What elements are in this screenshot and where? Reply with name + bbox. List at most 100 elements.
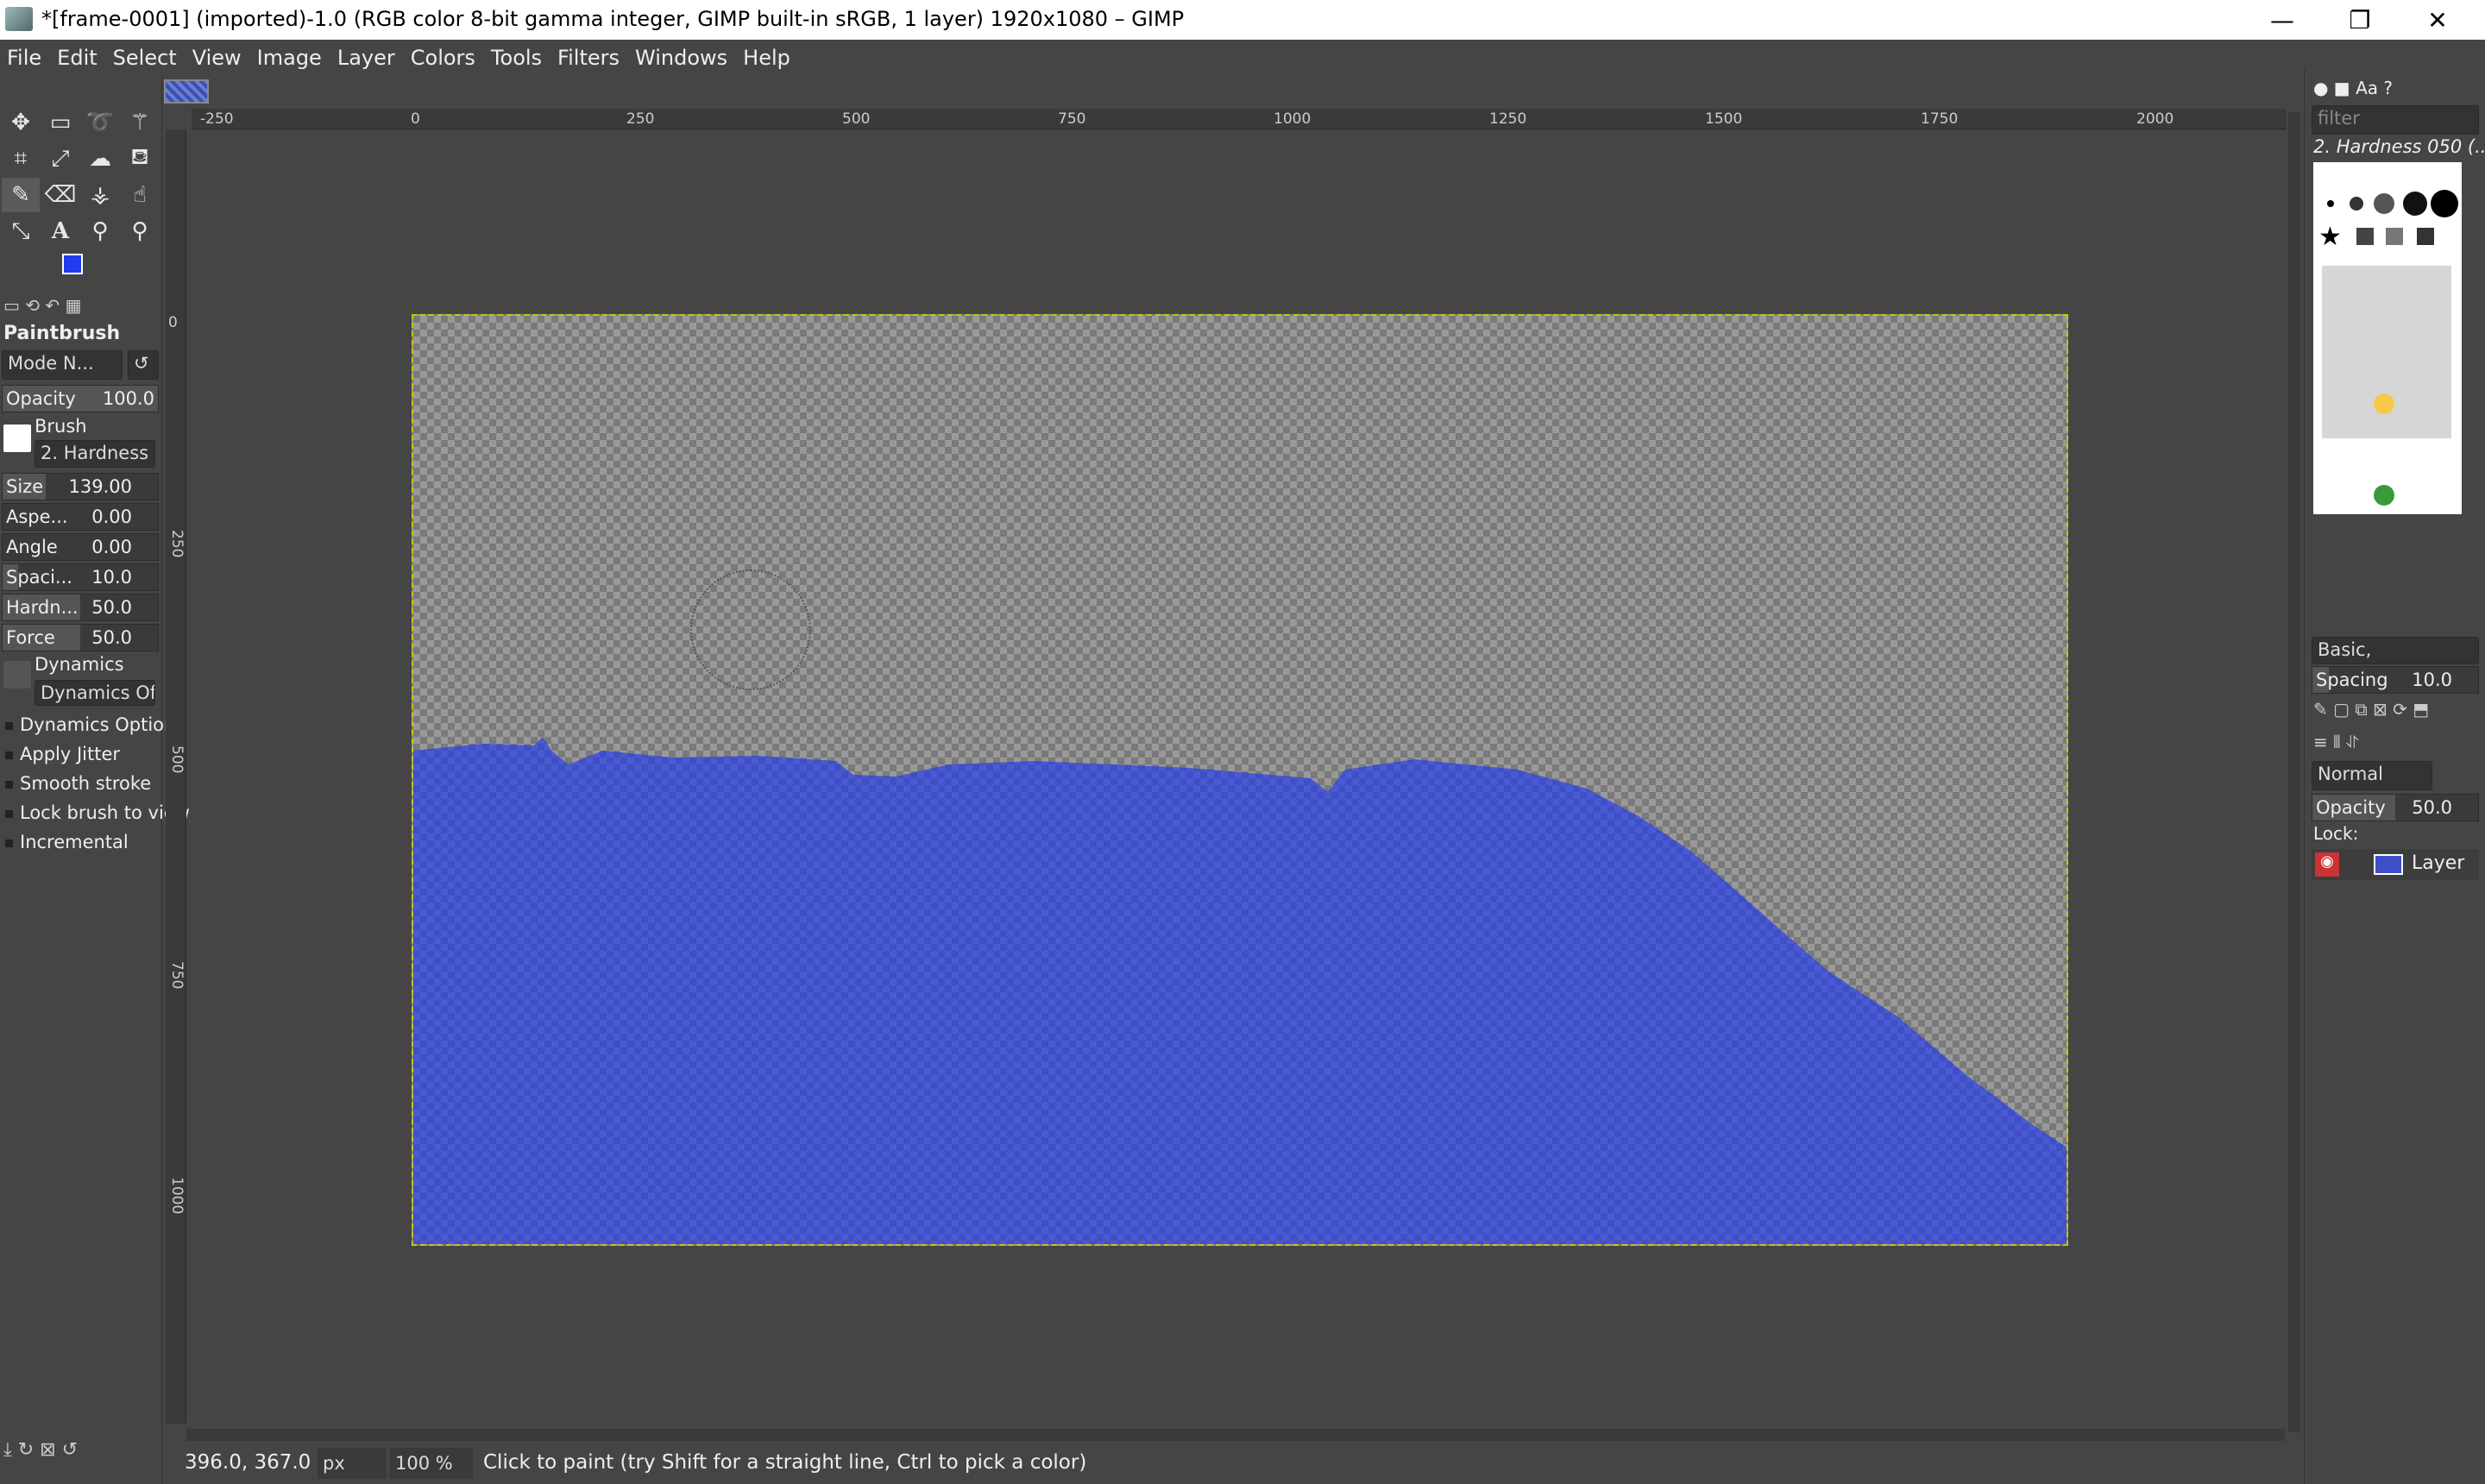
ruler-label: 500	[168, 745, 186, 774]
brush-actions-bar[interactable]: ✎ ▢ ⧉ ⊠ ⟳ ⬒	[2313, 699, 2477, 723]
angle-label: Angle	[6, 537, 58, 557]
rect-select-icon[interactable]: ▭	[41, 105, 79, 140]
gimp-app-icon	[5, 7, 33, 31]
size-slider[interactable]: Size 139.00	[2, 473, 159, 500]
brush-preview-icon[interactable]	[3, 424, 31, 452]
menu-layer[interactable]: Layer	[337, 46, 395, 70]
menu-view[interactable]: View	[192, 46, 242, 70]
close-button[interactable]: ✕	[2399, 0, 2476, 40]
text-tool-icon[interactable]: A	[41, 214, 79, 248]
menu-colors[interactable]: Colors	[411, 46, 475, 70]
status-message: Click to paint (try Shift for a straight…	[483, 1451, 1087, 1474]
ruler-label: 250	[168, 530, 186, 558]
aspect-value: 0.00	[91, 506, 132, 527]
mode-dropdown[interactable]: Mode N...	[2, 350, 123, 380]
brush-preset-dropdown[interactable]: Basic,	[2312, 637, 2479, 664]
tool-name: Paintbrush	[3, 323, 121, 344]
smooth-stroke-checkbox[interactable]: Smooth stroke	[5, 773, 151, 794]
paths-icon[interactable]: ⤡	[2, 214, 40, 248]
foreground-color[interactable]	[62, 254, 83, 274]
brush-thumbnails-icon: ★	[2318, 190, 2458, 506]
brush-filter-input[interactable]: filter	[2312, 105, 2479, 135]
layer-opacity-slider[interactable]: Opacity 50.0	[2312, 794, 2479, 821]
eraser-icon[interactable]: ⌫	[41, 178, 79, 212]
smudge-icon[interactable]: ☝	[121, 178, 159, 212]
aspect-label: Aspe...	[6, 506, 68, 527]
mode-reset-icon[interactable]: ↺	[128, 350, 159, 380]
menu-image[interactable]: Image	[257, 46, 322, 70]
ruler-label: 2000	[2136, 110, 2174, 128]
bucket-fill-icon[interactable]: ⛾	[121, 141, 159, 176]
lasso-icon[interactable]: ➰	[81, 105, 119, 140]
crop-icon[interactable]: ⌗	[2, 141, 40, 176]
paintbrush-icon[interactable]: ✎	[2, 178, 40, 212]
hardness-slider[interactable]: Hardn... 50.0	[2, 594, 159, 621]
aspect-slider[interactable]: Aspe... 0.00	[2, 503, 159, 531]
menu-help[interactable]: Help	[743, 46, 790, 70]
move-tool-icon[interactable]: ✥	[2, 105, 40, 140]
unit-dropdown[interactable]: px	[318, 1448, 387, 1479]
menu-tools[interactable]: Tools	[491, 46, 542, 70]
visibility-eye-icon[interactable]: ◉	[2315, 852, 2339, 877]
menu-select[interactable]: Select	[113, 46, 177, 70]
dock-tab-icons[interactable]: ● ■ Aa ?	[2313, 78, 2417, 102]
transform-icon[interactable]: ⤢	[41, 141, 79, 176]
minimize-button[interactable]: —	[2243, 0, 2321, 40]
zoom-icon[interactable]: ⚲	[121, 214, 159, 248]
layer-opacity-value: 50.0	[2412, 797, 2452, 818]
hardness-value: 50.0	[91, 597, 132, 618]
painted-blue-region	[413, 737, 2067, 1244]
angle-value: 0.00	[91, 537, 132, 557]
brush-selector[interactable]: 2. Hardness 0	[35, 440, 155, 468]
force-value: 50.0	[91, 627, 132, 648]
zoom-dropdown[interactable]: 100 %	[390, 1448, 473, 1479]
lock-brush-checkbox[interactable]: Lock brush to view	[5, 802, 190, 823]
brush-spacing-slider[interactable]: Spacing 10.0	[2312, 666, 2479, 694]
vertical-scrollbar[interactable]	[2288, 112, 2300, 1432]
options-tabs[interactable]: ▭ ⟲ ↶ ▦	[3, 295, 159, 321]
angle-slider[interactable]: Angle 0.00	[2, 533, 159, 561]
force-slider[interactable]: Force 50.0	[2, 624, 159, 651]
size-value: 139.00	[68, 476, 132, 497]
color-picker-icon[interactable]: ⚲	[81, 214, 119, 248]
brush-outline-cursor	[690, 569, 811, 690]
layer-row[interactable]: ◉ Layer	[2312, 849, 2479, 880]
toolbox-bottom-buttons[interactable]: ⤓ ↻ ⊠ ↺	[3, 1439, 159, 1465]
incremental-checkbox[interactable]: Incremental	[5, 832, 129, 852]
brush-grid[interactable]: ★	[2313, 162, 2462, 514]
ruler-label: 750	[1058, 110, 1086, 128]
status-bar: 396.0, 367.0 px 100 % Click to paint (tr…	[162, 1443, 2292, 1484]
warp-icon[interactable]: ☁	[81, 141, 119, 176]
menu-filters[interactable]: Filters	[557, 46, 620, 70]
menu-file[interactable]: File	[7, 46, 41, 70]
horizontal-ruler: -250 0 250 500 750 1000 1250 1500 1750 2…	[192, 109, 2287, 129]
spacing-slider[interactable]: Spaci... 10.0	[2, 563, 159, 591]
menu-windows[interactable]: Windows	[635, 46, 727, 70]
image-canvas[interactable]	[412, 314, 2068, 1246]
ruler-label: 0	[411, 110, 420, 128]
opacity-label: Opacity	[6, 388, 76, 409]
dynamics-selector[interactable]: Dynamics Off	[35, 680, 155, 706]
fuzzy-select-icon[interactable]: ⚚	[121, 105, 159, 140]
layer-mode-dropdown[interactable]: Normal	[2312, 761, 2432, 790]
apply-jitter-checkbox[interactable]: Apply Jitter	[5, 744, 120, 764]
menu-edit[interactable]: Edit	[57, 46, 97, 70]
selected-brush-name: 2. Hardness 050 (...	[2313, 136, 2485, 157]
dynamics-options-expander[interactable]: Dynamics Options	[5, 714, 185, 735]
dynamics-icon[interactable]	[3, 661, 31, 689]
ruler-label: 250	[626, 110, 655, 128]
right-dock: ● ■ Aa ? filter 2. Hardness 050 (... ★ B…	[2304, 69, 2485, 1484]
layer-name: Layer	[2412, 852, 2465, 874]
layers-dock-tabs[interactable]: ≡ ⫴ ⥯	[2313, 732, 2477, 756]
hardness-label: Hardn...	[6, 597, 79, 618]
spacing-label: Spaci...	[6, 567, 72, 588]
window-title: *[frame-0001] (imported)-1.0 (RGB color …	[41, 7, 1185, 31]
image-tab-thumbnail[interactable]	[164, 79, 209, 104]
clone-icon[interactable]: ⚶	[81, 178, 119, 212]
brush-spacing-label: Spacing	[2316, 670, 2388, 690]
ruler-label: 1500	[1705, 110, 1743, 128]
dynamics-label: Dynamics	[35, 654, 124, 675]
restore-button[interactable]: ❐	[2321, 0, 2399, 40]
horizontal-scrollbar[interactable]	[186, 1429, 2285, 1441]
opacity-slider[interactable]: Opacity 100.0	[2, 385, 159, 412]
